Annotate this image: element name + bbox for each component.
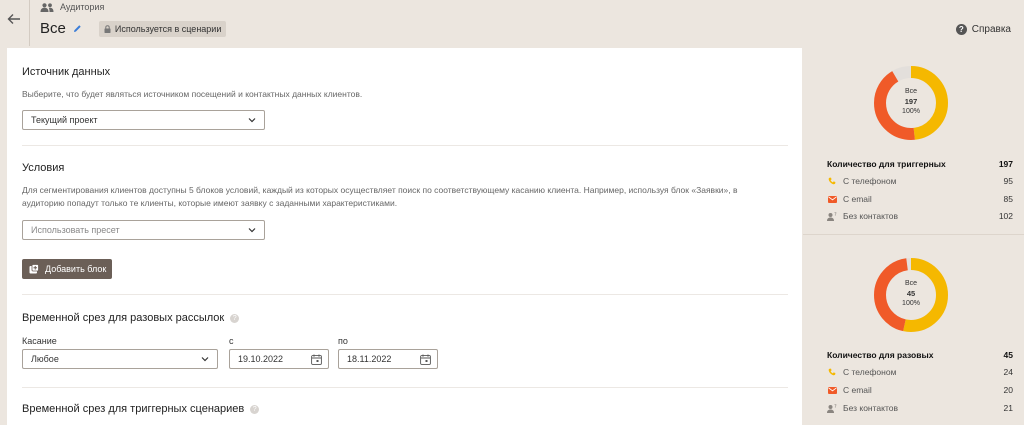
trigger-count-value: 197 [998, 159, 1013, 169]
stat-label: С email [843, 194, 872, 204]
users-icon [40, 2, 54, 12]
stat-label: Без контактов [843, 403, 898, 413]
breadcrumb-label: Аудитория [60, 2, 105, 12]
date-from-label: с [229, 336, 234, 346]
add-block-icon [29, 264, 39, 274]
phone-icon [827, 177, 837, 185]
date-from-input[interactable]: 19.10.2022 [229, 349, 329, 369]
donut-center-label: Все [904, 280, 918, 287]
touch-label: Касание [22, 336, 57, 346]
add-block-button[interactable]: Добавить блок [22, 259, 112, 279]
email-icon [827, 386, 837, 394]
stat-label: С телефоном [843, 176, 897, 186]
stat-value: 95 [1003, 176, 1013, 186]
no-contact-icon: ? [827, 212, 837, 221]
status-badge-label: Используется в сценарии [114, 23, 222, 34]
one-time-count-value: 45 [1003, 350, 1013, 360]
trigger-donut-center: Все 197 100% [881, 87, 941, 117]
one-time-donut-center: Все 45 100% [881, 279, 941, 309]
stat-label: С email [843, 385, 872, 395]
chevron-down-icon [248, 228, 256, 233]
pencil-icon[interactable] [73, 24, 82, 33]
one-time-count-label: Количество для разовых [827, 350, 934, 360]
add-block-label: Добавить блок [45, 264, 107, 274]
trigger-count-label: Количество для триггерных [827, 159, 946, 169]
trigger-count-header: Количество для триггерных 197 [827, 159, 1013, 169]
touch-select-value: Любое [31, 354, 59, 364]
chevron-down-icon [248, 118, 256, 123]
donut-center-percent: 100% [902, 300, 920, 307]
conditions-description-line2: аудиторию попадут только те клиенты, кот… [22, 198, 398, 208]
page-title: Все [40, 20, 66, 37]
divider [803, 234, 1024, 235]
one-time-count-header: Количество для разовых 45 [827, 350, 1013, 360]
trigger-slice-title: Временной срез для триггерных сценариев? [22, 403, 260, 415]
status-badge: Используется в сценарии [98, 20, 227, 37]
stat-label: Без контактов [843, 211, 898, 221]
stat-row-phone: С телефоном 95 [827, 176, 1013, 186]
donut-center-percent: 100% [902, 108, 920, 115]
back-button[interactable] [6, 12, 28, 32]
question-icon: ? [955, 24, 967, 35]
stat-value: 85 [1003, 194, 1013, 204]
stat-value: 102 [998, 211, 1013, 221]
calendar-icon [311, 354, 322, 365]
email-icon [827, 195, 837, 203]
phone-icon [827, 368, 837, 376]
info-icon[interactable]: ? [250, 405, 260, 414]
stats-panel: Все 197 100% Количество для триггерных 1… [803, 48, 1024, 425]
divider [22, 387, 788, 388]
preset-select[interactable]: Использовать пресет [22, 220, 265, 240]
calendar-icon [420, 354, 431, 365]
touch-select[interactable]: Любое [22, 349, 218, 369]
svg-text:?: ? [834, 404, 837, 410]
stat-label: С телефоном [843, 367, 897, 377]
lock-icon [104, 24, 111, 33]
info-icon[interactable]: ? [230, 314, 240, 323]
top-header: Аудитория Все Используется в сценарии ? … [0, 0, 1024, 48]
stat-value: 24 [1003, 367, 1013, 377]
header-separator [29, 0, 30, 46]
svg-text:?: ? [834, 212, 837, 218]
audience-settings-panel: Источник данных Выберите, что будет явля… [7, 48, 802, 425]
stat-row-no-contact: ? Без контактов 102 [827, 211, 1013, 221]
stat-row-phone: С телефоном 24 [827, 367, 1013, 377]
stat-value: 21 [1003, 403, 1013, 413]
date-to-input[interactable]: 18.11.2022 [338, 349, 438, 369]
stat-value: 20 [1003, 385, 1013, 395]
stat-row-email: С email 85 [827, 194, 1013, 204]
one-time-slice-title: Временной срез для разовых рассылок? [22, 312, 240, 324]
breadcrumb[interactable]: Аудитория [40, 2, 104, 12]
chevron-down-icon [201, 357, 209, 362]
divider [22, 294, 788, 295]
no-contact-icon: ? [827, 404, 837, 413]
one-time-slice-title-text: Временной срез для разовых рассылок [22, 312, 225, 324]
date-from-value: 19.10.2022 [238, 354, 284, 364]
help-label: Справка [971, 24, 1011, 35]
date-to-value: 18.11.2022 [347, 354, 392, 364]
conditions-title: Условия [22, 162, 65, 174]
help-link[interactable]: ? Справка [955, 24, 1011, 35]
date-to-label: по [338, 336, 348, 346]
source-description: Выберите, что будет являться источником … [22, 89, 363, 99]
source-select[interactable]: Текущий проект [22, 110, 265, 130]
arrow-left-icon [7, 14, 20, 24]
divider [22, 145, 788, 146]
conditions-description-line1: Для сегментирования клиентов доступны 5 … [22, 185, 738, 195]
preset-select-placeholder: Использовать пресет [31, 225, 120, 235]
source-select-value: Текущий проект [31, 115, 98, 125]
donut-center-total: 45 [906, 289, 916, 298]
donut-center-total: 197 [904, 97, 918, 106]
trigger-slice-title-text: Временной срез для триггерных сценариев [22, 403, 245, 415]
stat-row-email: С email 20 [827, 385, 1013, 395]
stat-row-no-contact: ? Без контактов 21 [827, 403, 1013, 413]
source-title: Источник данных [22, 66, 111, 78]
donut-center-label: Все [904, 88, 918, 95]
